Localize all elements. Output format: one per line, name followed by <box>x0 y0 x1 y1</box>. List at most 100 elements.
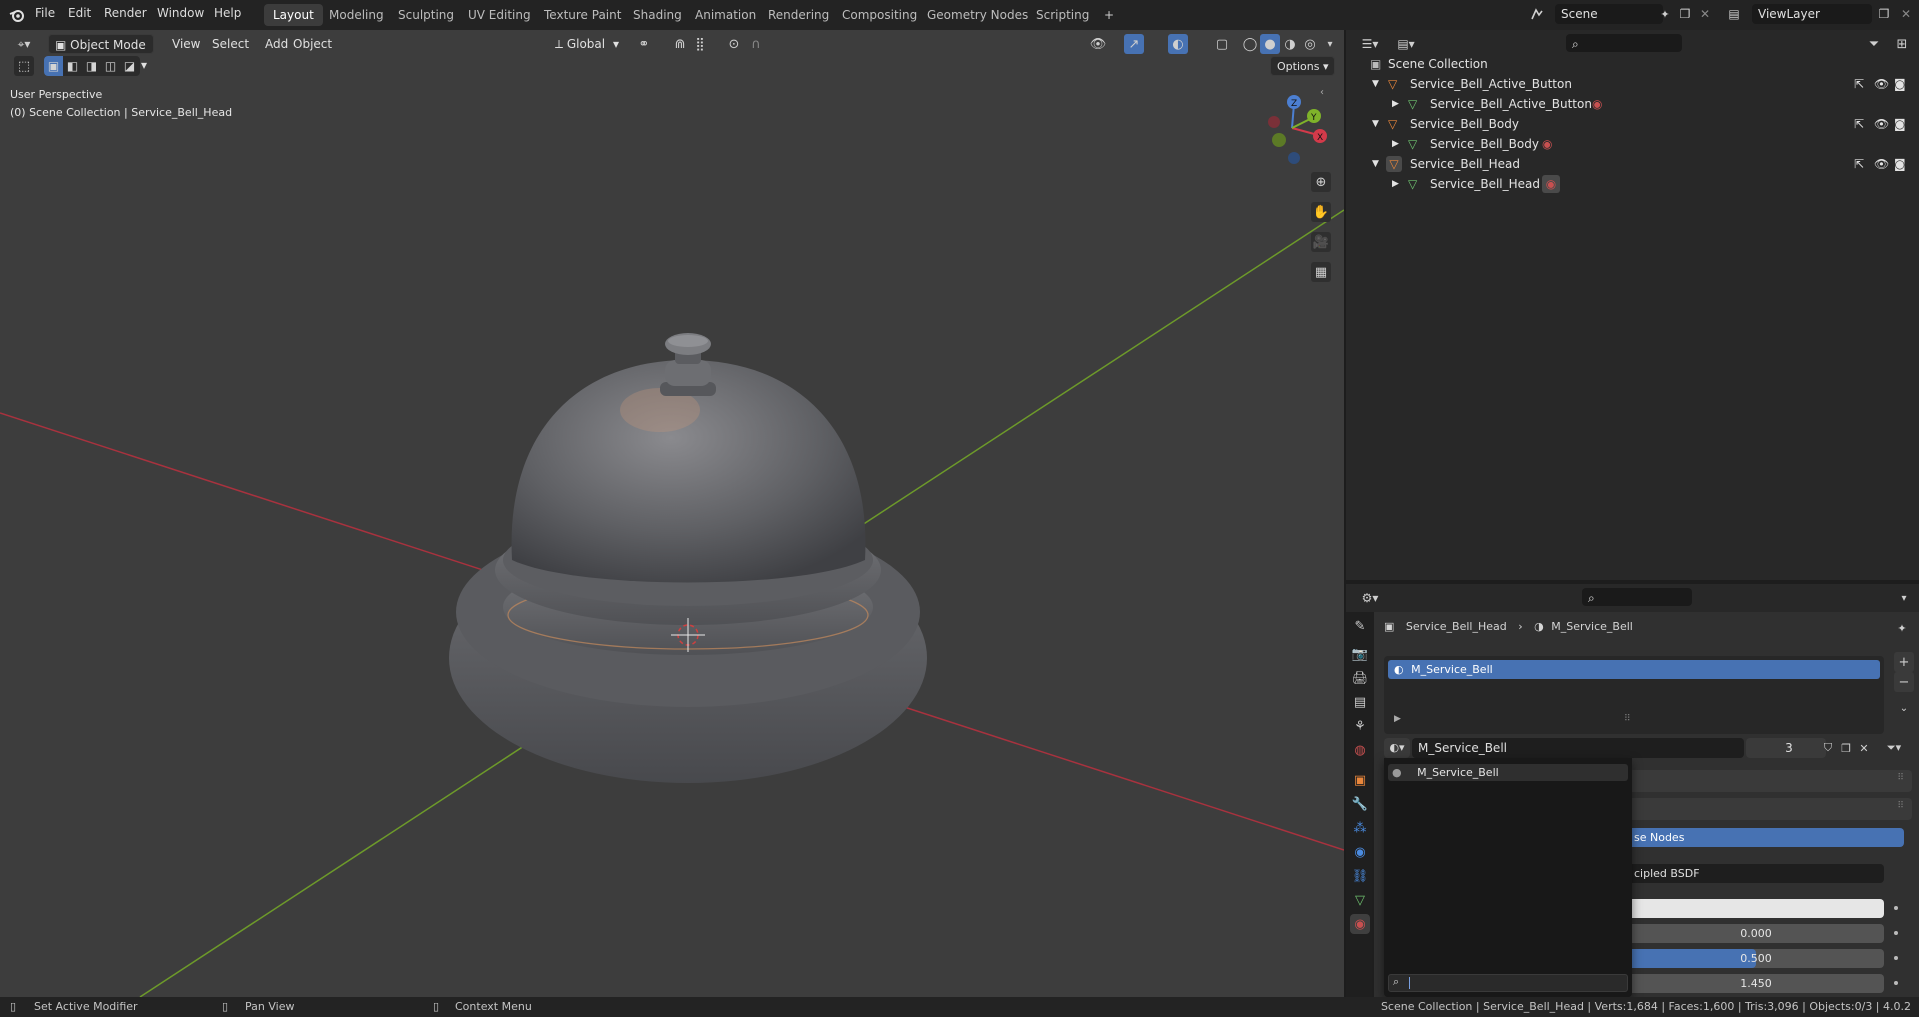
world-tab-icon[interactable]: ◍ <box>1350 740 1370 760</box>
pin-icon[interactable]: ✦ <box>1655 4 1675 24</box>
surface-shader-field[interactable]: cipled BSDF <box>1628 864 1884 883</box>
tab-modeling[interactable]: Modeling <box>320 4 393 26</box>
object-tab-icon[interactable]: ▣ <box>1350 770 1370 790</box>
menu-file[interactable]: File <box>35 6 55 20</box>
tab-sculpting[interactable]: Sculpting <box>389 4 463 26</box>
menu-render[interactable]: Render <box>104 6 147 20</box>
expand-arrow-icon[interactable]: ▶ <box>1392 94 1399 114</box>
rendered-shading-icon[interactable]: ◎ <box>1300 34 1320 54</box>
gizmo-toggle-icon[interactable]: ↗ <box>1124 34 1144 54</box>
display-mode-icon[interactable]: ▤▾ <box>1396 34 1416 54</box>
filter-icon[interactable]: ⏷ <box>1864 34 1884 54</box>
tab-layout[interactable]: Layout <box>264 4 323 26</box>
expand-arrow-icon[interactable]: ▶ <box>1394 714 1401 724</box>
metallic-slider[interactable]: 0.000 <box>1628 924 1884 943</box>
use-nodes-button[interactable]: se Nodes <box>1628 828 1904 847</box>
select-invert-icon[interactable]: ◫ <box>101 56 120 76</box>
drag-handle-icon[interactable]: ⠿ <box>1897 801 1904 811</box>
selectable-icon[interactable]: ⇱ <box>1854 154 1864 174</box>
browse-material-icon[interactable]: ◐▾ <box>1384 738 1410 758</box>
fake-user-icon[interactable]: ⛉ <box>1818 738 1838 758</box>
add-workspace-button[interactable]: + <box>1095 4 1123 26</box>
keyframe-dot-icon[interactable] <box>1894 906 1898 910</box>
tab-compositing[interactable]: Compositing <box>833 4 926 26</box>
eye-icon[interactable]: 👁 <box>1874 114 1889 134</box>
browse-node-icon[interactable]: ⏷▾ <box>1884 738 1904 758</box>
collapse-arrow-icon[interactable]: ▼ <box>1372 154 1379 174</box>
keyframe-dot-icon[interactable] <box>1894 956 1898 960</box>
expand-arrow-icon[interactable]: ▶ <box>1392 174 1399 194</box>
wireframe-shading-icon[interactable]: ◯ <box>1240 34 1260 54</box>
outliner-item-active-button[interactable]: ▼ ▽ Service_Bell_Active_Button ⇱ 👁 ◙ <box>1346 74 1919 94</box>
material-icon[interactable]: ◉ <box>1542 175 1560 193</box>
selectable-icon[interactable]: ⇱ <box>1854 114 1864 134</box>
render-tab-icon[interactable]: 📷 <box>1350 644 1370 664</box>
menu-view[interactable]: View <box>166 34 206 54</box>
select-extend-icon[interactable]: ◧ <box>63 56 82 76</box>
menu-object[interactable]: Object <box>287 34 338 54</box>
view-layer-icon[interactable]: ▤ <box>1724 4 1744 24</box>
tab-scripting[interactable]: Scripting <box>1027 4 1098 26</box>
delete-view-layer-icon[interactable]: ✕ <box>1896 4 1916 24</box>
pivot-icon[interactable]: ⚭ <box>634 34 654 54</box>
material-name-field[interactable]: M_Service_Bell <box>1412 738 1744 758</box>
blender-logo-icon[interactable] <box>7 5 27 25</box>
render-camera-icon[interactable]: ◙ <box>1894 74 1906 94</box>
transform-orientation-dropdown[interactable]: ⟂ Global ▾ <box>549 34 625 54</box>
view-layer-field[interactable]: ViewLayer <box>1752 4 1872 24</box>
tab-texture-paint[interactable]: Texture Paint <box>535 4 630 26</box>
properties-options-icon[interactable]: ▾ <box>1894 588 1914 608</box>
slot-specials-icon[interactable]: ⌄ <box>1894 698 1914 718</box>
view-layer-tab-icon[interactable]: ▤ <box>1350 692 1370 712</box>
render-camera-icon[interactable]: ◙ <box>1894 114 1906 134</box>
constraints-tab-icon[interactable]: ⛓ <box>1350 866 1370 886</box>
add-slot-icon[interactable]: + <box>1894 652 1914 672</box>
select-new-icon[interactable]: ▣ <box>44 56 63 76</box>
output-tab-icon[interactable]: 🖨 <box>1350 668 1370 688</box>
select-tool-icon[interactable]: ⬚ <box>14 56 34 76</box>
collapse-arrow-icon[interactable]: ▼ <box>1372 114 1379 134</box>
keyframe-dot-icon[interactable] <box>1894 931 1898 935</box>
object-mode-dropdown[interactable]: ▣ Object Mode ▾ <box>48 34 154 72</box>
scene-tab-icon[interactable]: ⚘ <box>1350 716 1370 736</box>
proportional-edit-icon[interactable]: ⊙ <box>724 34 744 54</box>
user-count-field[interactable]: 3 <box>1746 738 1826 758</box>
options-dropdown[interactable]: Options ▾ <box>1270 56 1336 76</box>
particles-tab-icon[interactable]: ⁂ <box>1350 818 1370 838</box>
select-intersect-icon[interactable]: ◪ <box>120 56 139 76</box>
unlink-material-icon[interactable]: ✕ <box>1854 738 1874 758</box>
expand-arrow-icon[interactable]: ▶ <box>1392 134 1399 154</box>
new-view-layer-icon[interactable]: ❐ <box>1874 4 1894 24</box>
snap-icon[interactable]: ⋒ <box>670 34 690 54</box>
tab-geometry-nodes[interactable]: Geometry Nodes <box>918 4 1037 26</box>
snap-grid-icon[interactable]: ⣿ <box>690 34 710 54</box>
pan-hand-icon[interactable]: ✋ <box>1311 202 1331 222</box>
new-scene-icon[interactable]: ❐ <box>1675 4 1695 24</box>
surface-panel-header[interactable]: ⠿ <box>1628 798 1912 820</box>
zoom-icon[interactable]: ⊕ <box>1311 172 1331 192</box>
material-slot-row[interactable]: ◐ M_Service_Bell <box>1388 660 1880 679</box>
tab-animation[interactable]: Animation <box>686 4 765 26</box>
menu-edit[interactable]: Edit <box>68 6 91 20</box>
outliner-item-active-button-mesh[interactable]: ▶ ▽ Service_Bell_Active_Button ◉ <box>1346 94 1919 114</box>
data-tab-icon[interactable]: ▽ <box>1350 890 1370 910</box>
tab-shading[interactable]: Shading <box>624 4 691 26</box>
new-collection-icon[interactable]: ⊞ <box>1892 34 1912 54</box>
pin-icon[interactable]: ✦ <box>1892 618 1912 638</box>
outliner-item-body-mesh[interactable]: ▶ ▽ Service_Bell_Body ◉ <box>1346 134 1919 154</box>
base-color-field[interactable] <box>1628 899 1884 918</box>
render-camera-icon[interactable]: ◙ <box>1894 154 1906 174</box>
tab-rendering[interactable]: Rendering <box>759 4 838 26</box>
drag-handle-icon[interactable]: ⠿ <box>1897 773 1904 783</box>
resize-handle-icon[interactable]: ⠿ <box>1624 714 1631 724</box>
material-shading-icon[interactable]: ◑ <box>1280 34 1300 54</box>
visibility-icon[interactable]: 👁 <box>1088 34 1108 54</box>
outliner-search-input[interactable]: ⌕ <box>1566 34 1682 52</box>
outliner-item-body[interactable]: ▼ ▽ Service_Bell_Body ⇱ 👁 ◙ <box>1346 114 1919 134</box>
keyframe-dot-icon[interactable] <box>1894 981 1898 985</box>
material-icon[interactable]: ◉ <box>1542 134 1552 154</box>
physics-tab-icon[interactable]: ◉ <box>1350 842 1370 862</box>
tool-tab-icon[interactable]: ✎ <box>1350 616 1370 636</box>
ior-slider[interactable]: 1.450 <box>1628 974 1884 993</box>
eye-icon[interactable]: 👁 <box>1874 74 1889 94</box>
